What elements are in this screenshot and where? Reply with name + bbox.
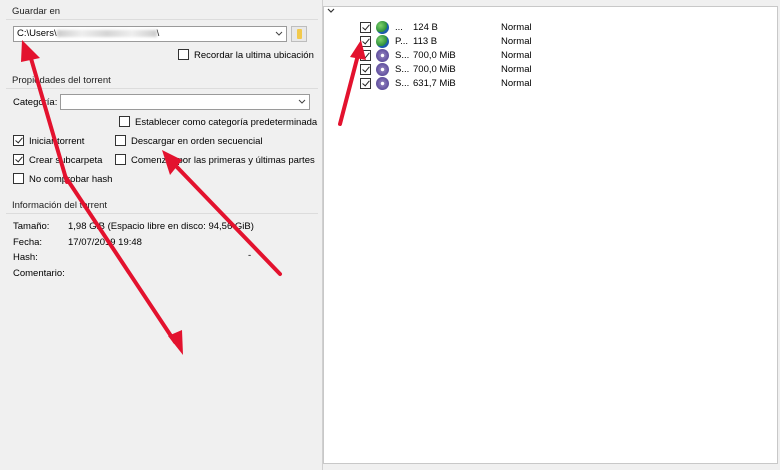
file-row[interactable]: ... 124 B Normal [360, 21, 760, 35]
file-checkbox[interactable] [360, 64, 371, 75]
remember-location-label: Recordar la ultima ubicación [194, 50, 314, 61]
file-name: S... [395, 78, 410, 89]
file-name: S... [395, 64, 410, 75]
file-size: 700,0 MiB [413, 64, 456, 75]
disc-icon [376, 77, 389, 90]
file-size: 113 B [413, 36, 438, 47]
date-value: 17/07/2019 19:48 [68, 237, 142, 248]
torrent-options-pane: Guardar en C:\Users\ \ Recordar la ultima… [0, 0, 322, 470]
globe-icon [376, 35, 389, 48]
save-group-line [6, 19, 318, 20]
chevron-down-icon [275, 31, 283, 36]
size-label: Tamaño: [13, 221, 50, 232]
file-priority[interactable]: Normal [501, 50, 532, 61]
collapse-chevron-icon[interactable] [327, 8, 335, 14]
save-path-value: C:\Users\ \ [17, 28, 160, 39]
set-default-category-label: Establecer como categoría predeterminada [135, 117, 318, 128]
sequential-download-checkbox[interactable] [115, 135, 126, 146]
comment-label: Comentario: [13, 268, 65, 279]
sequential-download-label: Descargar en orden secuencial [131, 136, 263, 147]
globe-icon [376, 21, 389, 34]
first-last-pieces-label: Comenzar por las primeras y últimas part… [131, 155, 315, 166]
file-row[interactable]: S... 700,0 MiB Normal [360, 49, 760, 63]
file-name: ... [395, 22, 403, 33]
file-priority[interactable]: Normal [501, 64, 532, 75]
start-torrent-checkbox[interactable] [13, 135, 24, 146]
file-name: P... [395, 36, 409, 47]
create-subfolder-checkbox[interactable] [13, 154, 24, 165]
category-combo[interactable] [60, 94, 310, 110]
file-checkbox[interactable] [360, 36, 371, 47]
file-size: 700,0 MiB [413, 50, 456, 61]
hash-label: Hash: [13, 252, 38, 263]
info-group-title: Información del torrent [12, 200, 108, 211]
file-checkbox[interactable] [360, 78, 371, 89]
skip-hash-check-checkbox[interactable] [13, 173, 24, 184]
start-torrent-label: Iniciar torrent [29, 136, 85, 147]
size-value: 1,98 GiB (Espacio libre en disco: 94,56 … [68, 221, 254, 232]
folder-icon [297, 29, 302, 39]
file-checkbox[interactable] [360, 22, 371, 33]
props-group-line [6, 88, 318, 89]
save-path-combo[interactable]: C:\Users\ \ [13, 26, 287, 42]
file-row[interactable]: S... 700,0 MiB Normal [360, 63, 760, 77]
file-row[interactable]: S... 631,7 MiB Normal [360, 77, 760, 91]
props-group-title: Propiedades del torrent [12, 75, 111, 86]
category-label: Categoría: [13, 97, 58, 108]
file-priority[interactable]: Normal [501, 22, 532, 33]
disc-icon [376, 49, 389, 62]
disc-icon [376, 63, 389, 76]
chevron-down-icon [298, 99, 306, 104]
skip-hash-check-label: No comprobar hash [29, 174, 113, 185]
file-priority[interactable]: Normal [501, 78, 532, 89]
file-row[interactable]: P... 113 B Normal [360, 35, 760, 49]
date-label: Fecha: [13, 237, 43, 248]
info-group-line [6, 213, 318, 214]
first-last-pieces-checkbox[interactable] [115, 154, 126, 165]
file-size: 631,7 MiB [413, 78, 456, 89]
file-name: S... [395, 50, 410, 61]
browse-folder-button[interactable] [291, 26, 307, 42]
set-default-category-checkbox[interactable] [119, 116, 130, 127]
file-priority[interactable]: Normal [501, 36, 532, 47]
create-subfolder-label: Crear subcarpeta [29, 155, 103, 166]
save-group-title: Guardar en [12, 6, 61, 17]
hash-value: - [248, 250, 252, 261]
file-checkbox[interactable] [360, 50, 371, 61]
remember-location-checkbox[interactable] [178, 49, 189, 60]
file-size: 124 B [413, 22, 438, 33]
